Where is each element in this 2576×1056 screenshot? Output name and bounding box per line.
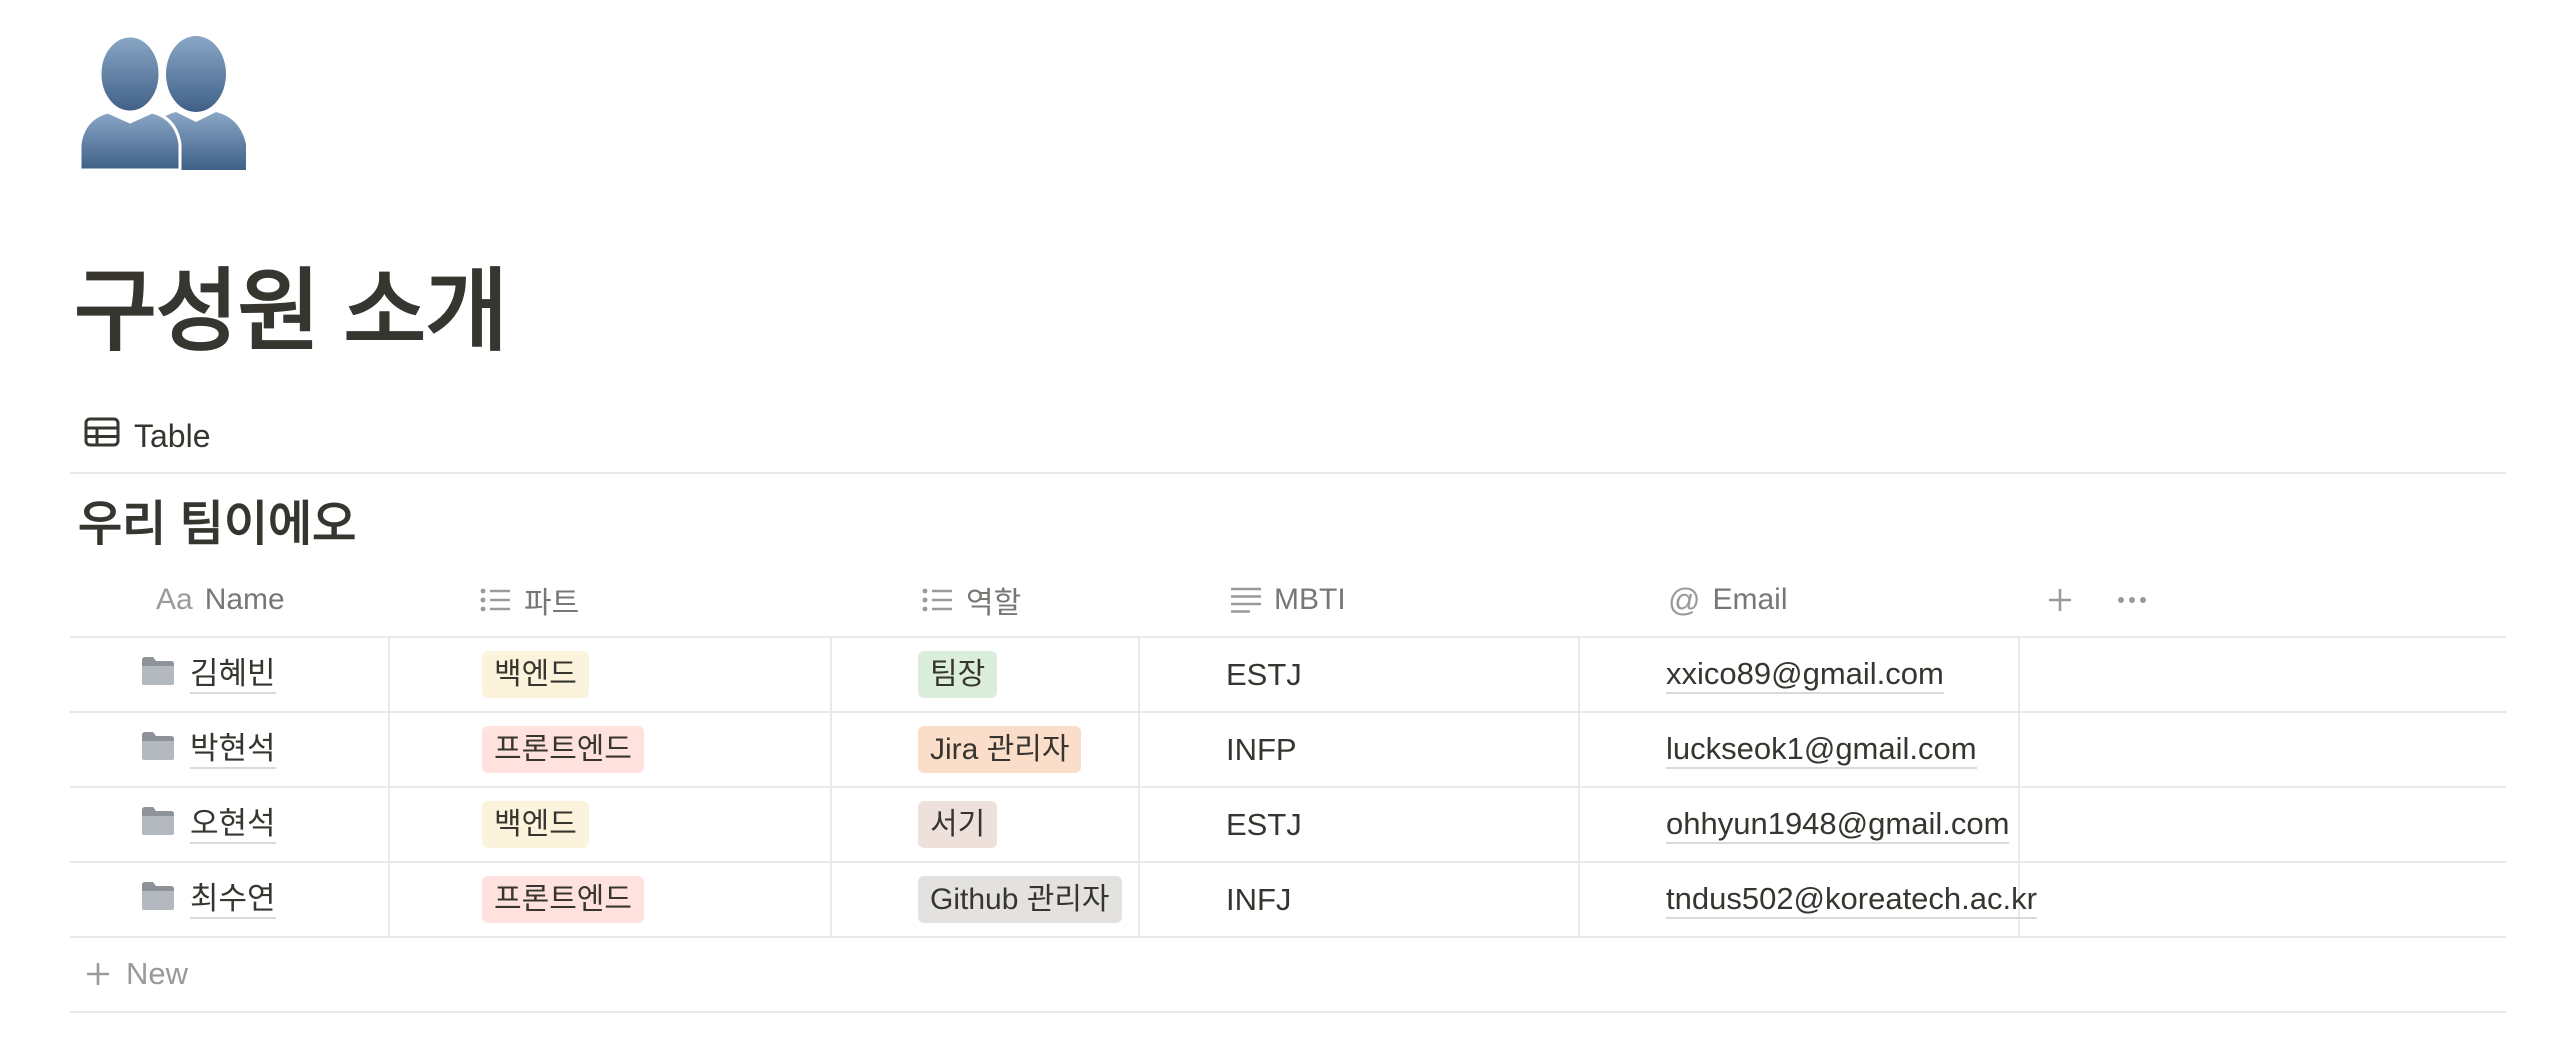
email-value[interactable]: tndus502@koreatech.ac.kr	[1666, 880, 2037, 920]
email-value[interactable]: luckseok1@gmail.com	[1666, 730, 1977, 770]
cell-role[interactable]: 팀장	[832, 638, 1140, 711]
plus-icon	[2049, 589, 2071, 611]
folder-icon	[140, 729, 190, 771]
new-row: New	[70, 938, 2506, 1013]
mbti-value: INFJ	[1226, 881, 1292, 917]
cell-email[interactable]: luckseok1@gmail.com	[1580, 713, 2020, 786]
cell-empty	[2020, 788, 2506, 861]
cell-mbti[interactable]: INFJ	[1140, 863, 1580, 936]
list-icon	[922, 587, 954, 613]
cell-empty	[2020, 863, 2506, 936]
cell-mbti[interactable]: ESTJ	[1140, 788, 1580, 861]
page-title: 구성원 소개	[74, 262, 508, 362]
text-lines-icon	[1230, 586, 1262, 614]
row-name[interactable]: 박현석	[190, 730, 276, 770]
email-value[interactable]: xxico89@gmail.com	[1666, 655, 1944, 695]
tag-part: 프론트엔드	[482, 876, 644, 923]
at-sign-icon: @	[1668, 581, 1701, 618]
tab-table-label: Table	[134, 417, 211, 454]
cell-part[interactable]: 프론트엔드	[390, 713, 832, 786]
page: 구성원 소개 Table 우리 팀이에오 Aa Name 파트 역할 MBTI …	[0, 0, 2576, 1056]
table-header: Aa Name 파트 역할 MBTI @ Email	[70, 564, 2506, 638]
folder-icon	[140, 879, 190, 921]
tag-part: 프론트엔드	[482, 726, 644, 773]
view-tabs: Table	[70, 404, 2506, 474]
cell-part[interactable]: 백엔드	[390, 788, 832, 861]
cell-role[interactable]: Github 관리자	[832, 863, 1140, 936]
cell-mbti[interactable]: ESTJ	[1140, 638, 1580, 711]
new-row-button[interactable]: New	[84, 938, 188, 1010]
row-name[interactable]: 최수연	[190, 880, 276, 920]
cell-role[interactable]: Jira 관리자	[832, 713, 1140, 786]
title-property-icon: Aa	[156, 583, 193, 616]
cell-role[interactable]: 서기	[832, 788, 1140, 861]
tag-part: 백엔드	[482, 651, 589, 698]
more-options-button[interactable]	[2110, 578, 2154, 622]
cell-empty	[2020, 713, 2506, 786]
cell-email[interactable]: xxico89@gmail.com	[1580, 638, 2020, 711]
database-table: Aa Name 파트 역할 MBTI @ Email 김혜빈 백엔드 팀장 ES…	[70, 564, 2506, 1013]
tag-role: Jira 관리자	[918, 726, 1082, 773]
row-name[interactable]: 김혜빈	[190, 655, 276, 695]
column-header-part[interactable]: 파트	[410, 564, 830, 636]
list-icon	[480, 587, 512, 613]
tag-part: 백엔드	[482, 801, 589, 848]
email-value[interactable]: ohhyun1948@gmail.com	[1666, 805, 2010, 845]
plus-icon	[87, 963, 109, 985]
cell-mbti[interactable]: INFP	[1140, 713, 1580, 786]
mbti-value: ESTJ	[1226, 806, 1302, 842]
tag-role: 서기	[918, 801, 998, 848]
cell-name[interactable]: 김혜빈	[70, 638, 390, 711]
tag-role: Github 관리자	[918, 876, 1122, 923]
database-title[interactable]: 우리 팀이에오	[78, 494, 356, 556]
table-icon	[84, 417, 120, 455]
cell-email[interactable]: ohhyun1948@gmail.com	[1580, 788, 2020, 861]
cell-part[interactable]: 프론트엔드	[390, 863, 832, 936]
column-header-name[interactable]: Aa Name	[70, 564, 390, 636]
table-row[interactable]: 최수연 프론트엔드 Github 관리자 INFJ tndus502@korea…	[70, 863, 2506, 938]
folder-icon	[140, 654, 190, 696]
column-header-role[interactable]: 역할	[852, 564, 1152, 636]
add-property-button[interactable]	[2038, 578, 2082, 622]
two-people-silhouette-icon[interactable]	[78, 26, 250, 172]
cell-name[interactable]: 박현석	[70, 713, 390, 786]
column-header-email[interactable]: @ Email	[1598, 564, 2018, 636]
tab-table[interactable]: Table	[84, 412, 211, 460]
table-row[interactable]: 오현석 백엔드 서기 ESTJ ohhyun1948@gmail.com	[70, 788, 2506, 863]
tag-role: 팀장	[918, 651, 998, 698]
mbti-value: ESTJ	[1226, 656, 1302, 692]
table-row[interactable]: 박현석 프론트엔드 Jira 관리자 INFP luckseok1@gmail.…	[70, 713, 2506, 788]
more-horizontal-icon	[2118, 597, 2146, 603]
row-name[interactable]: 오현석	[190, 805, 276, 845]
mbti-value: INFP	[1226, 731, 1297, 767]
folder-icon	[140, 804, 190, 846]
cell-part[interactable]: 백엔드	[390, 638, 832, 711]
cell-name[interactable]: 최수연	[70, 863, 390, 936]
table-row[interactable]: 김혜빈 백엔드 팀장 ESTJ xxico89@gmail.com	[70, 638, 2506, 713]
cell-empty	[2020, 638, 2506, 711]
cell-email[interactable]: tndus502@koreatech.ac.kr	[1580, 863, 2037, 936]
new-row-label: New	[126, 956, 189, 991]
cell-name[interactable]: 오현석	[70, 788, 390, 861]
column-header-mbti[interactable]: MBTI	[1160, 564, 1580, 636]
